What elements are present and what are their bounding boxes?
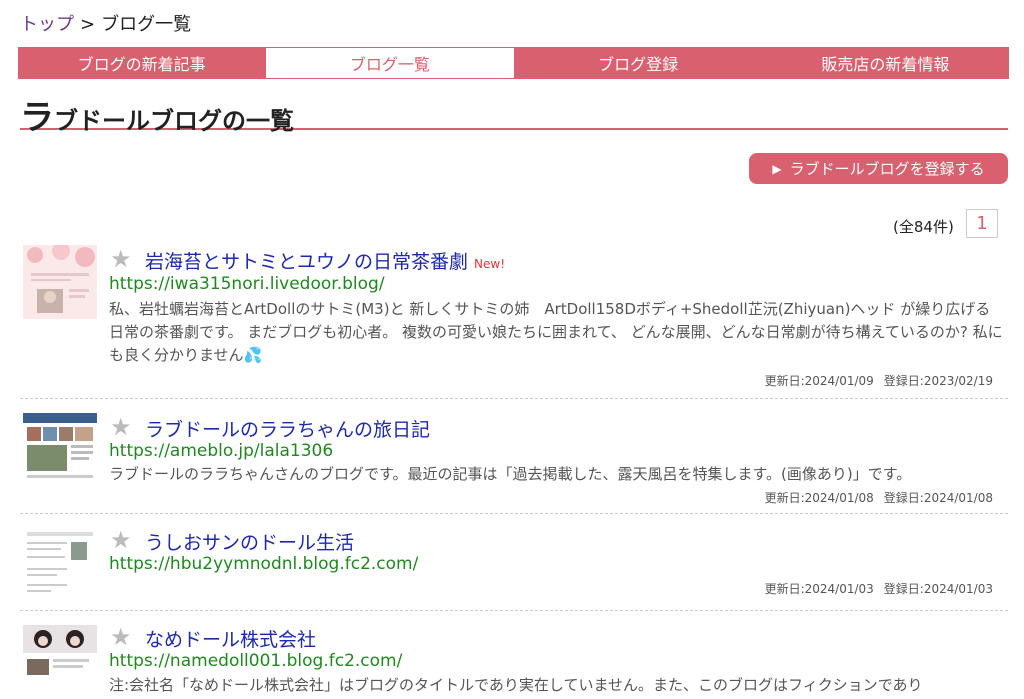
breadcrumb: トップ > ブログ一覧 [20,10,191,36]
blog-title-link[interactable]: なめドール株式会社 [145,625,316,652]
blog-title-link[interactable]: うしおサンのドール生活 [145,528,354,555]
blog-dates: 更新日:2024/01/08 登録日:2024/01/08 [765,489,993,506]
tab-new-articles[interactable]: ブログの新着記事 [18,47,265,79]
page-title-first-char: ラ [20,98,54,138]
breadcrumb-current: ブログ一覧 [101,14,192,35]
blog-url-link[interactable]: https://iwa315nori.livedoor.blog/ [109,274,385,294]
updated-date: 更新日:2024/01/08 [764,491,874,505]
blog-dates: 更新日:2024/01/03 登録日:2024/01/03 [765,580,993,597]
page-title-rest: ブドールブログの一覧 [54,107,294,135]
blog-title-link[interactable]: 岩海苔とサトミとユウノの日常茶番劇 New! [145,247,505,274]
blog-thumbnail[interactable] [23,528,97,602]
result-count: (全84件) [893,218,954,236]
blog-url-link[interactable]: https://hbu2yymnodnl.blog.fc2.com/ [109,554,418,574]
star-icon[interactable]: ★ [110,528,132,552]
register-blog-button-label: ラブドールブログを登録する [789,160,985,178]
register-blog-button[interactable]: ▶ ラブドールブログを登録する [749,153,1008,184]
tab-blog-list[interactable]: ブログ一覧 [265,47,515,79]
registered-date: 登録日:2023/02/19 [883,374,993,388]
star-icon[interactable]: ★ [110,415,132,439]
updated-date: 更新日:2024/01/03 [764,582,874,596]
tab-blog-register[interactable]: ブログ登録 [515,47,762,79]
blog-title: なめドール株式会社 [145,629,317,651]
blog-title: ラブドールのララちゃんの旅日記 [145,419,431,441]
list-item: ★ うしおサンのドール生活 https://hbu2yymnodnl.blog.… [20,528,1008,611]
blog-thumbnail[interactable] [23,413,97,487]
star-icon[interactable]: ★ [110,625,132,649]
registered-date: 登録日:2024/01/08 [883,491,993,505]
list-item: ★ なめドール株式会社 https://namedoll001.blog.fc2… [20,625,1008,699]
blog-title: うしおサンのドール生活 [145,532,355,554]
page-title: ラブドールブログの一覧 [20,90,1008,138]
star-icon[interactable]: ★ [110,247,132,271]
blog-url-link[interactable]: https://ameblo.jp/lala1306 [109,441,333,461]
play-triangle-icon: ▶ [772,161,782,176]
breadcrumb-separator: > [80,14,96,35]
updated-date: 更新日:2024/01/09 [764,374,874,388]
blog-thumbnail[interactable] [23,625,97,699]
pagination-page-1[interactable]: 1 [966,209,998,238]
registered-date: 登録日:2024/01/03 [883,582,993,596]
blog-title-link[interactable]: ラブドールのララちゃんの旅日記 [145,415,430,442]
blog-url-link[interactable]: https://namedoll001.blog.fc2.com/ [109,651,402,671]
tab-shop-news[interactable]: 販売店の新着情報 [762,47,1009,79]
blog-title: 岩海苔とサトミとユウノの日常茶番劇 [145,251,469,273]
blog-description: 私、岩牡蠣岩海苔とArtDollのサトミ(M3)と 新しくサトミの姉 ArtDo… [109,300,1003,364]
list-item: ★ 岩海苔とサトミとユウノの日常茶番劇 New! https://iwa315no… [20,245,1008,399]
new-badge: New! [474,257,505,271]
list-item: ★ ラブドールのララちゃんの旅日記 https://ameblo.jp/lala… [20,413,1008,514]
blog-thumbnail[interactable] [23,245,97,319]
blog-description: ラブドールのララちゃんさんのブログです。最近の記事は「過去掲載した、露天風呂を特… [109,465,912,483]
nav-tabs: ブログの新着記事 ブログ一覧 ブログ登録 販売店の新着情報 [18,47,1009,79]
breadcrumb-home-link[interactable]: トップ [20,14,74,35]
blog-dates: 更新日:2024/01/09 登録日:2023/02/19 [765,372,993,389]
